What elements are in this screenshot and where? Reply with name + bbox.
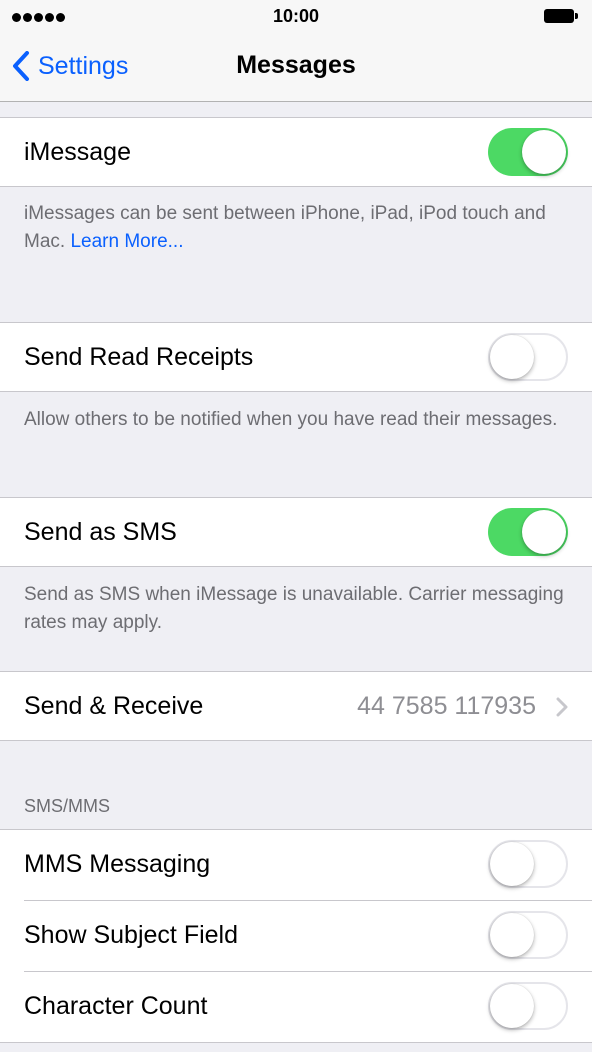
send-receive-label: Send & Receive — [24, 692, 204, 720]
read-receipts-toggle[interactable] — [488, 333, 568, 381]
mms-messaging-row: MMS Messaging — [0, 830, 592, 900]
sms-mms-section-header: SMS/MMS — [24, 796, 111, 816]
imessage-label: iMessage — [24, 138, 131, 166]
show-subject-field-label: Show Subject Field — [24, 921, 239, 949]
read-receipts-footer: Allow others to be notified when you hav… — [24, 409, 558, 430]
imessage-footer: iMessages can be sent between iPhone, iP… — [24, 200, 576, 256]
mms-messaging-label: MMS Messaging — [24, 850, 211, 878]
page-title: Messages — [236, 51, 356, 79]
read-receipts-label: Send Read Receipts — [24, 343, 254, 371]
navigation-bar: Settings Messages — [0, 34, 592, 102]
send-sms-label: Send as SMS — [24, 518, 177, 546]
send-sms-footer: Send as SMS when iMessage is unavailable… — [24, 584, 564, 633]
phone-number-value: 44 7585 117935 — [357, 692, 536, 720]
send-receive-row[interactable]: Send & Receive 44 7585 117935 — [0, 671, 592, 741]
battery-icon — [544, 9, 578, 23]
mms-messaging-toggle[interactable] — [488, 840, 568, 888]
send-sms-row: Send as SMS — [0, 497, 592, 567]
chevron-right-icon — [556, 697, 568, 717]
sms-mms-group: MMS Messaging Show Subject Field Charact… — [0, 829, 592, 1043]
learn-more-link[interactable]: Learn More... — [70, 231, 183, 252]
show-subject-field-row: Show Subject Field — [0, 901, 592, 971]
status-time: 10:00 — [272, 6, 320, 26]
character-count-toggle[interactable] — [488, 982, 568, 1030]
read-receipts-row: Send Read Receipts — [0, 322, 592, 392]
show-subject-field-toggle[interactable] — [488, 911, 568, 959]
character-count-label: Character Count — [24, 992, 208, 1020]
imessage-row: iMessage — [0, 117, 592, 187]
imessage-toggle[interactable] — [488, 128, 568, 176]
send-sms-toggle[interactable] — [488, 508, 568, 556]
status-bar: 10:00 — [0, 0, 592, 34]
character-count-row: Character Count — [0, 972, 592, 1042]
